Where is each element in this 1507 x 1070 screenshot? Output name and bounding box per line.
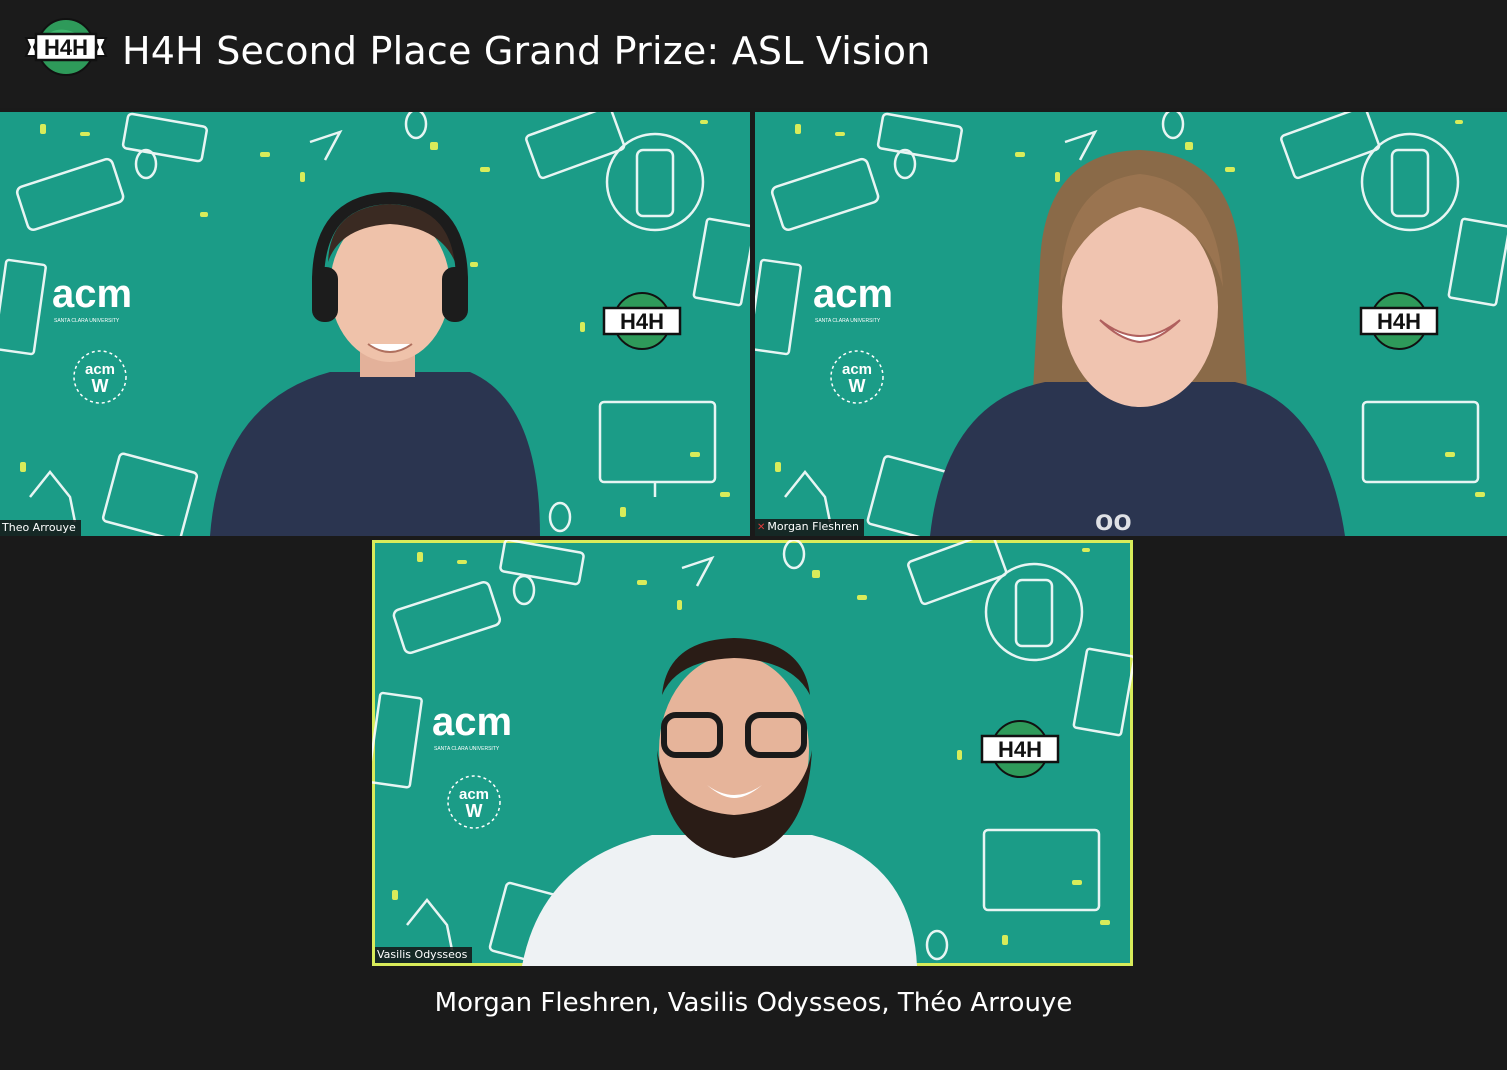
- meeting-header: H4H H4H Second Place Grand Prize: ASL Vi…: [0, 0, 1507, 108]
- virtual-background: acm SANTA CLARA UNIVERSITY acm W H4H: [0, 112, 750, 536]
- muted-mic-icon: ✕: [757, 522, 766, 533]
- svg-text:acm: acm: [432, 700, 512, 744]
- svg-text:acm: acm: [813, 272, 893, 316]
- page-title: H4H Second Place Grand Prize: ASL Vision: [122, 29, 931, 73]
- svg-text:W: W: [849, 376, 866, 396]
- svg-text:oo: oo: [1095, 504, 1132, 536]
- participant-name-label: Theo Arrouye: [0, 520, 81, 536]
- video-tile-2[interactable]: acm SANTA CLARA UNIVERSITY acm W H4H oo …: [755, 112, 1507, 536]
- svg-text:SANTA CLARA UNIVERSITY: SANTA CLARA UNIVERSITY: [815, 318, 881, 324]
- svg-text:H4H: H4H: [1377, 309, 1421, 334]
- participant-figure: oo: [930, 150, 1345, 536]
- svg-text:SANTA CLARA UNIVERSITY: SANTA CLARA UNIVERSITY: [434, 746, 500, 752]
- svg-text:acm: acm: [52, 272, 132, 316]
- participant-name-label: ✕ Morgan Fleshren: [755, 519, 865, 536]
- svg-text:H4H: H4H: [44, 35, 88, 60]
- participant-figure: [210, 191, 540, 536]
- svg-text:SANTA CLARA UNIVERSITY: SANTA CLARA UNIVERSITY: [54, 318, 120, 324]
- virtual-background: acm SANTA CLARA UNIVERSITY acm W H4H oo: [755, 112, 1507, 536]
- svg-text:H4H: H4H: [620, 309, 664, 334]
- svg-text:W: W: [466, 801, 483, 821]
- svg-text:H4H: H4H: [998, 737, 1042, 762]
- participant-name-label: Vasilis Odysseos: [375, 947, 473, 963]
- h4h-logo-icon: H4H: [24, 18, 108, 76]
- virtual-background: acm SANTA CLARA UNIVERSITY acm W H4H: [372, 540, 1133, 966]
- participants-caption: Morgan Fleshren, Vasilis Odysseos, Théo …: [434, 988, 1073, 1018]
- participant-figure: [522, 638, 917, 966]
- video-tile-1[interactable]: acm SANTA CLARA UNIVERSITY acm W H4H The…: [0, 112, 750, 536]
- svg-text:W: W: [92, 376, 109, 396]
- video-tile-3-active-speaker[interactable]: acm SANTA CLARA UNIVERSITY acm W H4H Vas…: [372, 540, 1133, 966]
